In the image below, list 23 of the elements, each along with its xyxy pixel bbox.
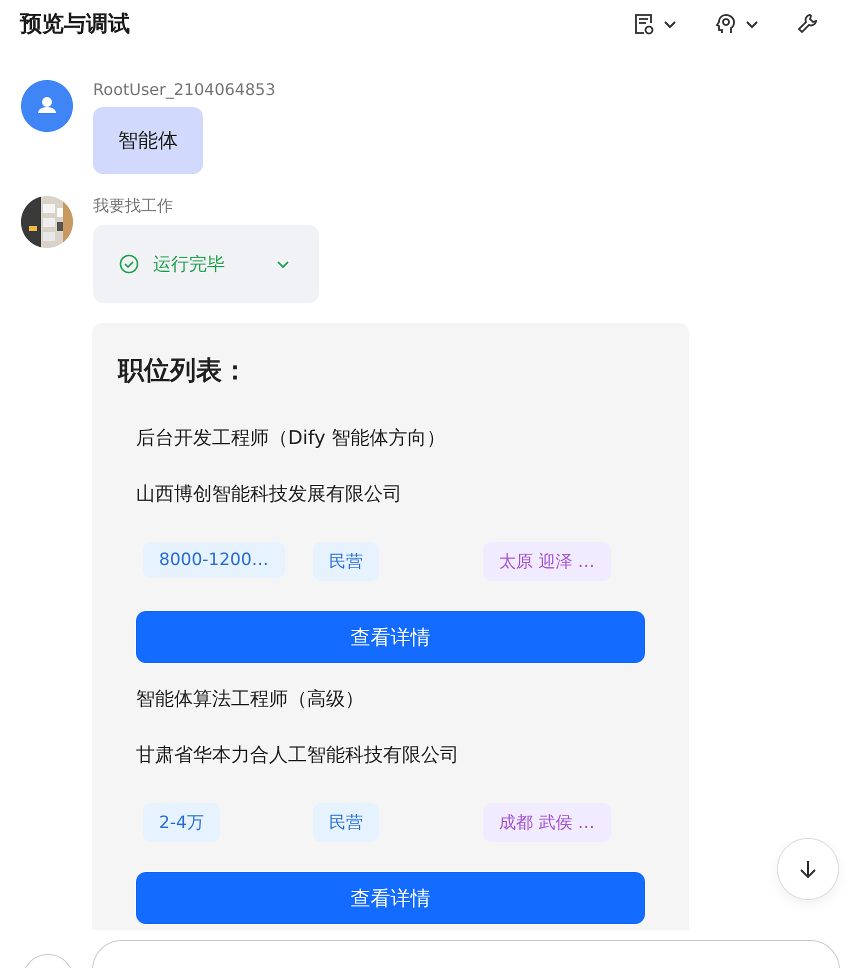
job-tag: 太原 迎泽 … xyxy=(483,542,611,581)
job-tag: 民营 xyxy=(313,803,379,842)
panel-title: 预览与调试 xyxy=(20,11,130,39)
job-tag: 民营 xyxy=(313,542,379,581)
job-title: 智能体算法工程师（高级） xyxy=(136,687,365,712)
company-name: 甘肃省华本力合人工智能科技有限公司 xyxy=(136,743,460,768)
sender-name: RootUser_2104064853 xyxy=(93,80,276,99)
card-title: 职位列表： xyxy=(118,355,249,388)
sender-name: 我要找工作 xyxy=(93,196,173,217)
wrench-icon[interactable] xyxy=(796,12,820,36)
check-circle-icon xyxy=(119,254,139,274)
document-settings-icon[interactable] xyxy=(632,12,656,36)
job-tag: 成都 武侯 … xyxy=(483,803,611,842)
job-title: 后台开发工程师（Dify 智能体方向） xyxy=(136,426,447,451)
view-details-button[interactable]: 查看详情 xyxy=(136,872,645,924)
message-bubble: 智能体 xyxy=(93,107,203,174)
run-status-toggle[interactable]: 运行完毕 xyxy=(93,225,319,303)
head-brain-icon[interactable] xyxy=(714,12,738,36)
user-avatar xyxy=(21,80,73,132)
job-tag: 2-4万 xyxy=(143,803,220,842)
company-name: 山西博创智能科技发展有限公司 xyxy=(136,482,403,507)
view-details-button[interactable]: 查看详情 xyxy=(136,611,645,663)
job-tag: 8000-1200… xyxy=(143,542,285,578)
